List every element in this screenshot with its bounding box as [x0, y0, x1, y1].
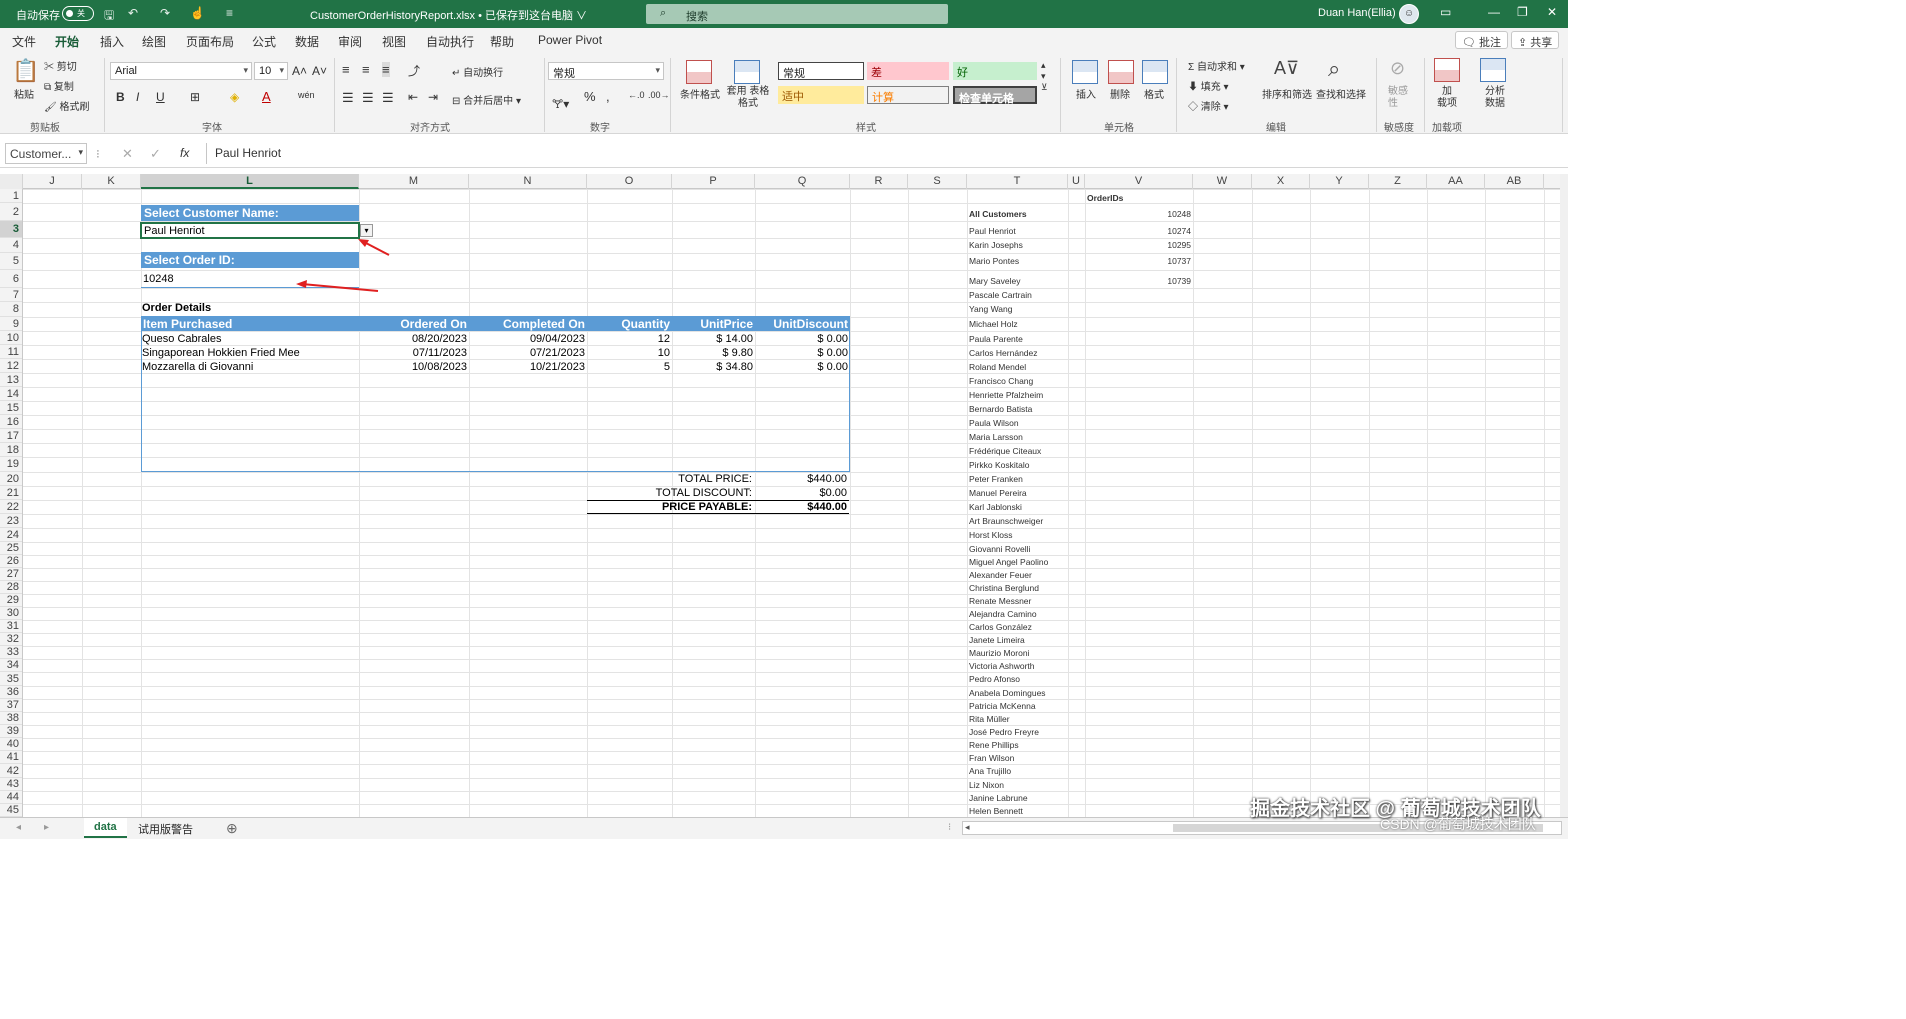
- customer-list-item[interactable]: Rita Müller: [969, 714, 1010, 724]
- tab-splitter-icon[interactable]: ⁝: [948, 822, 951, 833]
- orderid-item[interactable]: 10274: [1087, 226, 1191, 236]
- customer-list-item[interactable]: Janete Limeira: [969, 635, 1025, 645]
- customer-list-item[interactable]: Carlos Hernández: [969, 348, 1038, 358]
- customer-list-item[interactable]: Alexander Feuer: [969, 570, 1032, 580]
- table-cell[interactable]: 12: [587, 333, 670, 345]
- table-cell[interactable]: 10/21/2023: [469, 361, 585, 373]
- total-price-label: TOTAL PRICE:: [678, 473, 752, 485]
- table-cell[interactable]: $ 34.80: [672, 361, 753, 373]
- table-cell[interactable]: 07/11/2023: [359, 347, 467, 359]
- sheet-tab-data[interactable]: data: [84, 818, 127, 838]
- customer-list-item[interactable]: Roland Mendel: [969, 362, 1026, 372]
- customer-list-item[interactable]: Miguel Angel Paolino: [969, 557, 1048, 567]
- customer-list-item[interactable]: Karl Jablonski: [969, 502, 1022, 512]
- table-cell[interactable]: Mozzarella di Giovanni: [142, 361, 253, 373]
- orderids-header: OrderIDs: [1087, 193, 1124, 203]
- total-discount-label: TOTAL DISCOUNT:: [655, 487, 752, 499]
- customer-list-item[interactable]: Manuel Pereira: [969, 488, 1027, 498]
- table-header-quantity: Quantity: [621, 317, 670, 331]
- table-header-ordered: Ordered On: [400, 317, 467, 331]
- customer-list-item[interactable]: All Customers: [969, 209, 1027, 219]
- total-discount-value[interactable]: $0.00: [755, 487, 847, 499]
- add-sheet-icon[interactable]: ⊕: [226, 820, 238, 837]
- table-cell[interactable]: 07/21/2023: [469, 347, 585, 359]
- next-sheet-icon[interactable]: ▸: [44, 822, 49, 833]
- watermark-text-small: CSDN @葡萄城技术团队: [1380, 816, 1536, 832]
- customer-list-item[interactable]: Yang Wang: [969, 304, 1012, 314]
- table-cell[interactable]: Singaporean Hokkien Fried Mee: [142, 347, 300, 359]
- customer-list-item[interactable]: Art Braunschweiger: [969, 516, 1043, 526]
- customer-list-item[interactable]: Giovanni Rovelli: [969, 544, 1030, 554]
- table-cell[interactable]: 09/04/2023: [469, 333, 585, 345]
- customer-list-item[interactable]: Francisco Chang: [969, 376, 1033, 386]
- orderid-item[interactable]: 10248: [1087, 209, 1191, 219]
- table-cell[interactable]: $ 0.00: [755, 347, 848, 359]
- prev-sheet-icon[interactable]: ◂: [16, 822, 21, 833]
- table-cell[interactable]: $ 0.00: [755, 333, 848, 345]
- customer-list-item[interactable]: Rene Phillips: [969, 740, 1019, 750]
- table-header-item: Item Purchased: [143, 317, 233, 331]
- customer-list-item[interactable]: Victoria Ashworth: [969, 661, 1035, 671]
- total-price-value[interactable]: $440.00: [755, 473, 847, 485]
- orderid-item[interactable]: 10737: [1087, 256, 1191, 266]
- table-header-unitprice: UnitPrice: [700, 317, 753, 331]
- table-cell[interactable]: Queso Cabrales: [142, 333, 222, 345]
- sheet-tab-trial-warning[interactable]: 试用版警告: [128, 818, 203, 838]
- table-header-completed: Completed On: [502, 317, 585, 331]
- customer-list-item[interactable]: Michael Holz: [969, 319, 1018, 329]
- table-header-discount: UnitDiscount: [773, 317, 848, 331]
- customer-list-item[interactable]: Pirkko Koskitalo: [969, 460, 1029, 470]
- table-cell[interactable]: $ 14.00: [672, 333, 753, 345]
- customer-list-item[interactable]: Pascale Cartrain: [969, 290, 1032, 300]
- customer-list-item[interactable]: José Pedro Freyre: [969, 727, 1039, 737]
- customer-list-item[interactable]: Janine Labrune: [969, 793, 1028, 803]
- customer-list-item[interactable]: Patricia McKenna: [969, 701, 1036, 711]
- vertical-scrollbar[interactable]: [1560, 174, 1568, 817]
- customer-list-item[interactable]: Paula Parente: [969, 334, 1023, 344]
- customer-list-item[interactable]: Maria Larsson: [969, 432, 1023, 442]
- orderid-item[interactable]: 10295: [1087, 240, 1191, 250]
- customer-list-item[interactable]: Ana Trujillo: [969, 766, 1011, 776]
- table-cell[interactable]: $ 9.80: [672, 347, 753, 359]
- table-cell[interactable]: 08/20/2023: [359, 333, 467, 345]
- customer-list-item[interactable]: Paula Wilson: [969, 418, 1019, 428]
- customer-list-item[interactable]: Carlos González: [969, 622, 1032, 632]
- table-cell[interactable]: $ 0.00: [755, 361, 848, 373]
- customer-list-item[interactable]: Paul Henriot: [969, 226, 1016, 236]
- customer-list-item[interactable]: Pedro Afonso: [969, 674, 1020, 684]
- customer-list-item[interactable]: Frédérique Citeaux: [969, 446, 1041, 456]
- customer-list-item[interactable]: Anabela Domingues: [969, 688, 1046, 698]
- customer-list-item[interactable]: Karin Josephs: [969, 240, 1023, 250]
- customer-list-item[interactable]: Bernardo Batista: [969, 404, 1032, 414]
- customer-list-item[interactable]: Alejandra Camino: [969, 609, 1037, 619]
- customer-list-item[interactable]: Horst Kloss: [969, 530, 1012, 540]
- customer-list-item[interactable]: Helen Bennett: [969, 806, 1023, 816]
- customer-list-item[interactable]: Peter Franken: [969, 474, 1023, 484]
- customer-list-item[interactable]: Renate Messner: [969, 596, 1031, 606]
- orderid-item[interactable]: 10739: [1087, 276, 1191, 286]
- customer-list-item[interactable]: Christina Berglund: [969, 583, 1039, 593]
- table-cell[interactable]: 10/08/2023: [359, 361, 467, 373]
- price-payable-label: PRICE PAYABLE:: [661, 501, 752, 513]
- table-cell[interactable]: 5: [587, 361, 670, 373]
- customer-list-item[interactable]: Liz Nixon: [969, 780, 1004, 790]
- customer-list-item[interactable]: Maurizio Moroni: [969, 648, 1029, 658]
- table-cell[interactable]: 10: [587, 347, 670, 359]
- customer-list-item[interactable]: Mario Pontes: [969, 256, 1019, 266]
- customer-list-item[interactable]: Fran Wilson: [969, 753, 1014, 763]
- price-payable-value[interactable]: $440.00: [755, 501, 847, 513]
- customer-list-item[interactable]: Mary Saveley: [969, 276, 1021, 286]
- customer-list-item[interactable]: Henriette Pfalzheim: [969, 390, 1043, 400]
- order-details-title: Order Details: [142, 302, 212, 314]
